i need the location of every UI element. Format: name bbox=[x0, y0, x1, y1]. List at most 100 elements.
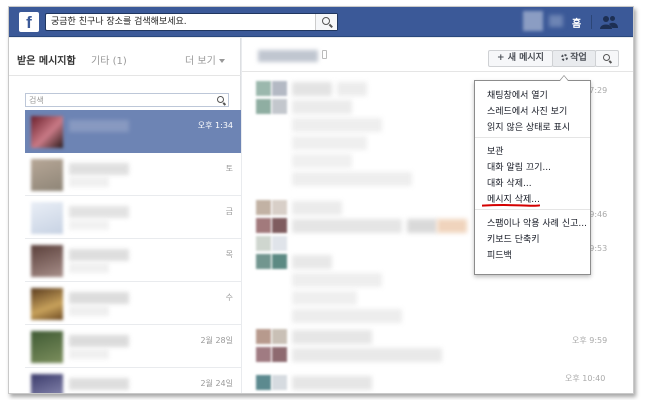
actions-dropdown-menu: 채팅창에서 열기 스레드에서 사진 보기 읽지 않은 상태로 표시 보관 대화 … bbox=[474, 75, 591, 275]
menu-divider bbox=[475, 209, 590, 210]
tab-other[interactable]: 기타 (1) bbox=[91, 52, 127, 67]
avatar bbox=[31, 202, 63, 234]
top-navigation-bar: f 홈 bbox=[9, 7, 633, 37]
global-search-input[interactable] bbox=[46, 14, 306, 30]
facebook-logo[interactable]: f bbox=[19, 12, 39, 32]
avatar bbox=[272, 200, 287, 215]
conversation-item[interactable]: 2월 28일 bbox=[25, 325, 241, 368]
message-bubble bbox=[292, 330, 372, 344]
message-bubble bbox=[337, 82, 367, 96]
conversation-time: 수 bbox=[225, 293, 233, 302]
menu-item-mark-unread[interactable]: 읽지 않은 상태로 표시 bbox=[487, 120, 570, 133]
conversation-snippet bbox=[69, 349, 109, 359]
menu-item-view-photos[interactable]: 스레드에서 사진 보기 bbox=[487, 104, 567, 117]
message-bubble bbox=[292, 172, 412, 186]
conversation-time: 금 bbox=[225, 207, 233, 216]
menu-item-open-in-chat[interactable]: 채팅창에서 열기 bbox=[487, 88, 548, 101]
conversation-item[interactable]: 목 bbox=[25, 239, 241, 282]
conversation-snippet bbox=[69, 306, 109, 316]
message-bubble bbox=[292, 100, 352, 114]
avatar bbox=[256, 347, 271, 362]
conversation-item[interactable]: 수 bbox=[25, 282, 241, 325]
message-bubble bbox=[292, 219, 402, 233]
avatar bbox=[31, 159, 63, 191]
conversation-time: 2월 28일 bbox=[200, 336, 233, 345]
conversation-name bbox=[69, 292, 129, 304]
profile-avatar[interactable] bbox=[523, 11, 543, 31]
avatar bbox=[256, 200, 271, 215]
gear-icon bbox=[561, 54, 569, 61]
conversation-time: 토 bbox=[225, 164, 233, 173]
highlight-underline bbox=[482, 204, 540, 207]
avatar bbox=[31, 331, 63, 363]
global-search-button[interactable] bbox=[315, 14, 337, 30]
conversation-snippet bbox=[69, 263, 109, 273]
avatar bbox=[272, 347, 287, 362]
profile-name-link[interactable] bbox=[549, 15, 563, 27]
avatar bbox=[256, 375, 271, 390]
avatar bbox=[256, 236, 271, 251]
avatar bbox=[272, 254, 287, 269]
search-icon bbox=[603, 54, 610, 61]
avatar bbox=[256, 254, 271, 269]
more-view-label: 더 보기 bbox=[185, 56, 216, 67]
avatar bbox=[256, 81, 271, 96]
message-bubble bbox=[292, 118, 382, 132]
message-bubble bbox=[292, 348, 442, 362]
conversation-snippet bbox=[69, 220, 109, 230]
message-bubble bbox=[292, 136, 367, 150]
friends-icon[interactable] bbox=[600, 15, 618, 29]
conversation-item[interactable]: 금 bbox=[25, 196, 241, 239]
avatar bbox=[31, 374, 63, 393]
message-bubble bbox=[292, 376, 372, 390]
menu-item-keyboard-shortcuts[interactable]: 키보드 단축키 bbox=[487, 232, 540, 245]
inbox-header: 받은 메시지함 기타 (1) 더 보기 bbox=[9, 38, 241, 76]
conversation-list: 오후 1:34 토 금 목 수 2월 28일 2월 24일 bbox=[25, 110, 241, 393]
avatar bbox=[31, 288, 63, 320]
actions-button[interactable]: 작업 bbox=[552, 50, 596, 67]
message-bubble bbox=[292, 309, 402, 323]
conversation-time: 목 bbox=[225, 250, 233, 259]
message-bubble bbox=[437, 219, 467, 233]
actions-button-label: 작업 bbox=[570, 53, 587, 63]
conversation-item[interactable]: 오후 1:34 bbox=[25, 110, 241, 153]
avatar bbox=[272, 81, 287, 96]
facebook-messages-window: f 홈 받은 메시지함 기타 (1) 더 보기 bbox=[8, 6, 634, 394]
new-message-button[interactable]: + 새 메시지 bbox=[488, 50, 553, 67]
thread-search-button[interactable] bbox=[595, 50, 619, 67]
message-bubble bbox=[292, 82, 332, 96]
thread-recipient-name[interactable] bbox=[258, 50, 318, 62]
menu-item-archive[interactable]: 보관 bbox=[487, 144, 504, 157]
tab-inbox[interactable]: 받은 메시지함 bbox=[17, 52, 76, 67]
mobile-icon bbox=[322, 50, 327, 59]
conversation-search-input[interactable] bbox=[26, 94, 211, 106]
message-bubble bbox=[292, 273, 382, 287]
menu-item-feedback[interactable]: 피드백 bbox=[487, 248, 512, 261]
avatar bbox=[272, 236, 287, 251]
conversation-name bbox=[69, 206, 129, 218]
message-time: 오후 9:59 bbox=[572, 336, 608, 345]
menu-item-report-spam[interactable]: 스팸이나 악용 사례 신고... bbox=[487, 216, 587, 229]
conversation-name bbox=[69, 163, 129, 175]
global-search-box bbox=[45, 13, 338, 31]
conversation-name bbox=[69, 335, 129, 347]
menu-item-delete-conversation[interactable]: 대화 삭제... bbox=[487, 176, 532, 189]
more-view-dropdown[interactable]: 더 보기 bbox=[185, 52, 225, 67]
avatar bbox=[256, 329, 271, 344]
avatar bbox=[31, 116, 63, 148]
search-icon bbox=[322, 17, 330, 25]
avatar bbox=[272, 329, 287, 344]
avatar bbox=[256, 218, 271, 233]
thread-header: + 새 메시지 작업 bbox=[242, 38, 633, 72]
message-bubble bbox=[292, 201, 342, 215]
message-bubble bbox=[292, 291, 357, 305]
menu-item-mute-conversation[interactable]: 대화 알림 끄기... bbox=[487, 160, 551, 173]
conversation-name bbox=[69, 120, 129, 132]
avatar bbox=[256, 99, 271, 114]
conversation-item[interactable]: 2월 24일 bbox=[25, 368, 241, 393]
message-time: 오후 10:40 bbox=[565, 374, 606, 383]
conversation-item[interactable]: 토 bbox=[25, 153, 241, 196]
search-icon[interactable] bbox=[217, 96, 224, 103]
conversation-time: 2월 24일 bbox=[200, 379, 233, 388]
home-link[interactable]: 홈 bbox=[572, 15, 581, 30]
